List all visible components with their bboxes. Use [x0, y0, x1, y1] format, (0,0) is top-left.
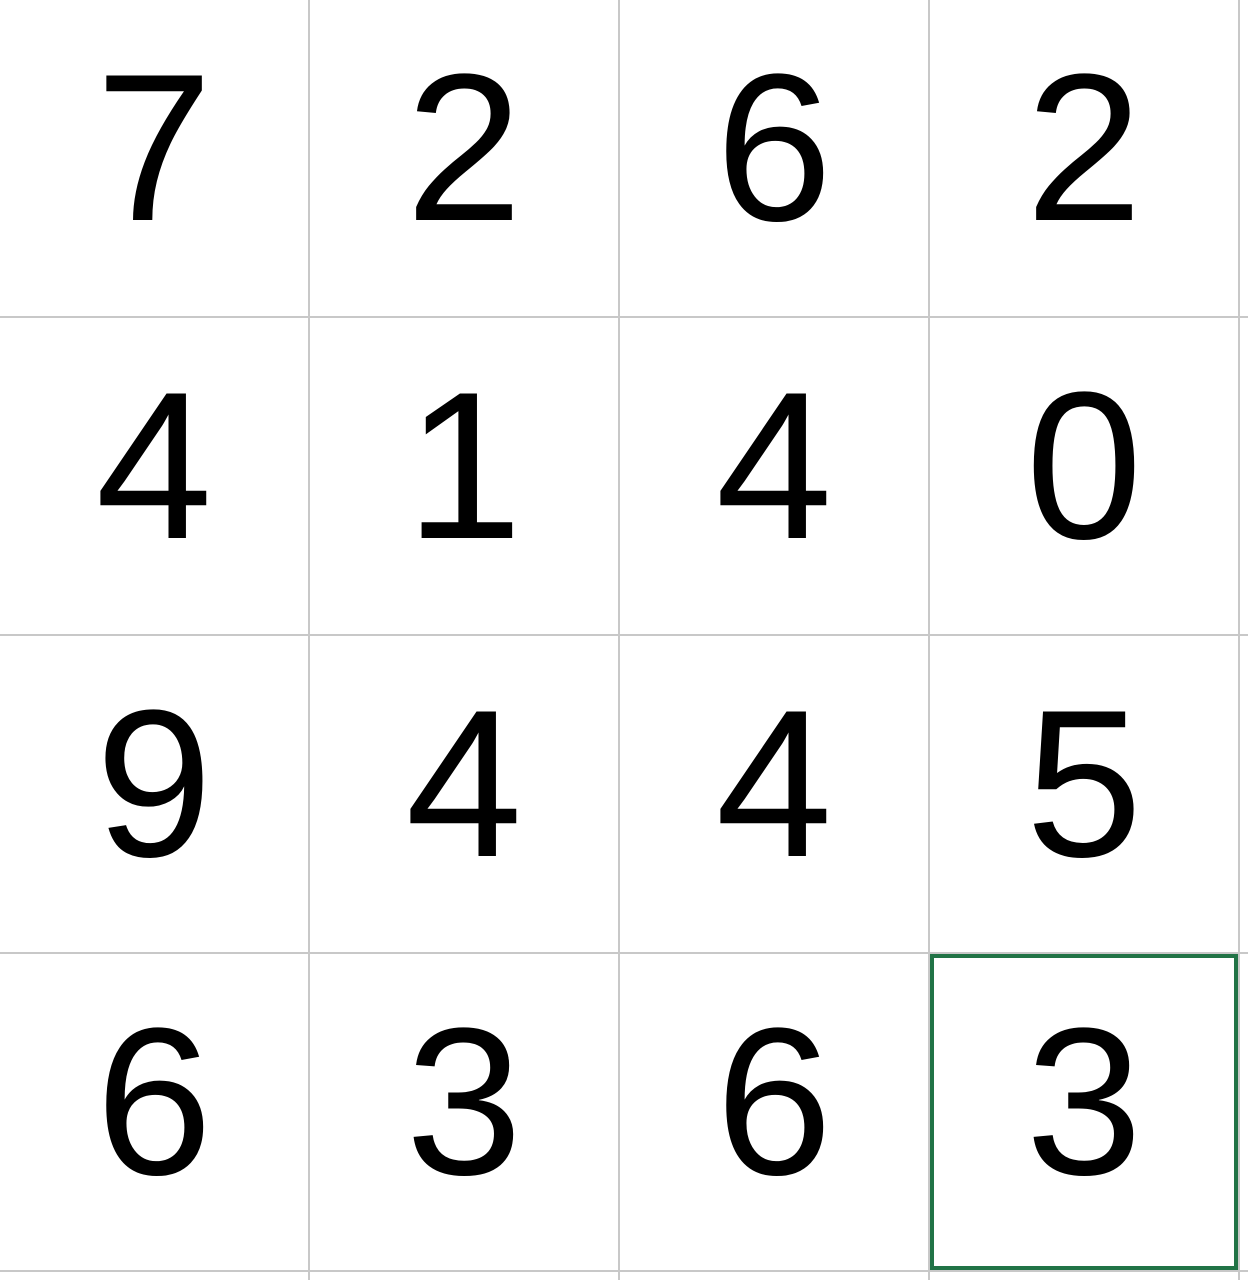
cell-value: 6 — [96, 997, 213, 1207]
cell-r1-c3[interactable]: 0 — [930, 318, 1240, 636]
cell-r3-c2[interactable]: 6 — [620, 954, 930, 1272]
cell-r2-c3[interactable]: 5 — [930, 636, 1240, 954]
cell-r0-c0[interactable]: 7 — [0, 0, 310, 318]
cell-value: 4 — [406, 679, 523, 889]
cell-r1-c2[interactable]: 4 — [620, 318, 930, 636]
cell-r0-c2[interactable]: 6 — [620, 0, 930, 318]
cell-value: 0 — [1026, 361, 1143, 571]
cell-value: 3 — [1026, 997, 1143, 1207]
cell-value: 4 — [96, 361, 213, 571]
cell-r0-c1[interactable]: 2 — [310, 0, 620, 318]
cell-value: 1 — [406, 361, 523, 571]
partial-col-r3 — [1240, 954, 1248, 1272]
spreadsheet-grid: 7 2 6 2 4 1 4 0 9 4 4 5 6 3 6 3 — [0, 0, 1248, 1280]
cell-r3-c0[interactable]: 6 — [0, 954, 310, 1272]
partial-row-c2 — [620, 1272, 930, 1280]
cell-value: 4 — [716, 361, 833, 571]
cell-r1-c1[interactable]: 1 — [310, 318, 620, 636]
partial-row-c3 — [930, 1272, 1240, 1280]
cell-value: 6 — [716, 997, 833, 1207]
cell-value: 2 — [406, 43, 523, 253]
partial-col-r0 — [1240, 0, 1248, 318]
cell-value: 2 — [1026, 43, 1143, 253]
cell-r1-c0[interactable]: 4 — [0, 318, 310, 636]
cell-value: 5 — [1026, 679, 1143, 889]
partial-corner — [1240, 1272, 1248, 1280]
cell-value: 6 — [716, 43, 833, 253]
partial-col-r2 — [1240, 636, 1248, 954]
cell-r2-c0[interactable]: 9 — [0, 636, 310, 954]
cell-r0-c3[interactable]: 2 — [930, 0, 1240, 318]
cell-value: 7 — [96, 43, 213, 253]
cell-value: 4 — [716, 679, 833, 889]
cell-r3-c1[interactable]: 3 — [310, 954, 620, 1272]
cell-r2-c1[interactable]: 4 — [310, 636, 620, 954]
partial-row-c0 — [0, 1272, 310, 1280]
partial-col-r1 — [1240, 318, 1248, 636]
cell-r2-c2[interactable]: 4 — [620, 636, 930, 954]
cell-value: 9 — [96, 679, 213, 889]
cell-r3-c3[interactable]: 3 — [930, 954, 1240, 1272]
cell-value: 3 — [406, 997, 523, 1207]
partial-row-c1 — [310, 1272, 620, 1280]
